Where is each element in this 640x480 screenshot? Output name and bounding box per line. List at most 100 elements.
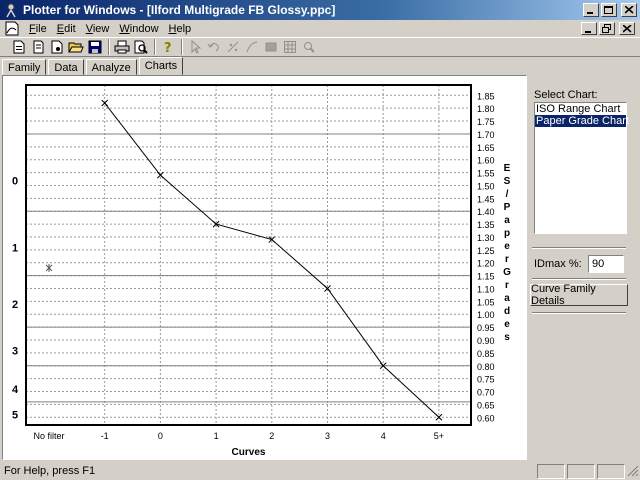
x-tick-label: 5+ bbox=[434, 431, 444, 441]
undo-button[interactable] bbox=[205, 39, 223, 55]
menu-file-label: ile bbox=[35, 22, 47, 35]
print-preview-button[interactable] bbox=[132, 39, 150, 55]
print-button[interactable] bbox=[113, 39, 131, 55]
y-axis-label-letter: P bbox=[504, 202, 511, 213]
print-preview-icon bbox=[134, 40, 148, 54]
grid-icon bbox=[284, 41, 296, 53]
y-axis-label-letter: d bbox=[504, 306, 510, 317]
x-tick-label: 2 bbox=[269, 431, 274, 441]
menu-help-label: elp bbox=[176, 22, 192, 35]
add-point-button[interactable] bbox=[224, 39, 242, 55]
menu-help[interactable]: Help bbox=[164, 23, 197, 35]
copy-doc-button[interactable] bbox=[29, 39, 47, 55]
chart-panel: 1.85 1.80 1.75 1.70 1.65 1.60 1.55 1.50 1.45 1.40… bbox=[2, 75, 527, 460]
save-button[interactable] bbox=[86, 39, 104, 55]
doc-minimize-button[interactable] bbox=[581, 22, 597, 35]
menu-window[interactable]: Window bbox=[114, 23, 163, 35]
panel-divider bbox=[532, 247, 626, 249]
y-tick-label: 1.20 bbox=[477, 259, 495, 269]
grade-label: 1 bbox=[12, 242, 18, 254]
y-tick-label: 1.80 bbox=[477, 104, 495, 114]
y-tick-label: 0.95 bbox=[477, 323, 495, 333]
chart-option-paper-grade[interactable]: Paper Grade Chart bbox=[535, 115, 629, 127]
x-tick-label: -1 bbox=[101, 431, 109, 441]
y-axis-label-letter: e bbox=[504, 319, 510, 330]
y-tick-label: 1.25 bbox=[477, 246, 495, 256]
y-tick-label: 1.55 bbox=[477, 169, 495, 179]
status-text: For Help, press F1 bbox=[4, 465, 96, 477]
toolbar: ? bbox=[0, 37, 640, 57]
tab-family[interactable]: Family bbox=[2, 59, 47, 75]
minimize-button[interactable] bbox=[583, 3, 599, 17]
y-tick-label: 1.00 bbox=[477, 310, 495, 320]
grade-label: 0 bbox=[12, 175, 18, 187]
fill-button[interactable] bbox=[262, 39, 280, 55]
document-window-controls bbox=[581, 22, 638, 35]
zoom-button[interactable] bbox=[300, 39, 318, 55]
resize-grip-icon[interactable] bbox=[627, 465, 639, 477]
new-button[interactable] bbox=[10, 39, 28, 55]
pointer-button[interactable] bbox=[186, 39, 204, 55]
app-icon[interactable] bbox=[3, 2, 19, 18]
y-axis-label-letter: a bbox=[504, 293, 510, 304]
doc-restore-button[interactable] bbox=[599, 22, 615, 35]
chart-option-iso-range[interactable]: ISO Range Chart bbox=[535, 103, 626, 115]
menu-window-mnemonic: W bbox=[119, 22, 130, 35]
close-button[interactable] bbox=[621, 3, 637, 17]
y-tick-label: 0.75 bbox=[477, 375, 495, 385]
y-tick-label: 1.30 bbox=[477, 233, 495, 243]
print-icon bbox=[114, 40, 130, 54]
no-filter-point-marker bbox=[45, 263, 53, 272]
y-axis-label-letter: r bbox=[505, 254, 509, 265]
grade-label: 4 bbox=[12, 384, 19, 396]
status-cell bbox=[597, 463, 625, 479]
undo-icon bbox=[207, 43, 219, 52]
chart-listbox[interactable]: ISO Range Chart Paper Grade Chart bbox=[534, 102, 629, 234]
y-tick-label: 0.85 bbox=[477, 349, 495, 359]
grade-label: 5 bbox=[12, 410, 18, 422]
maximize-button[interactable] bbox=[601, 3, 617, 17]
minimize-icon bbox=[585, 30, 591, 33]
grade-label: 3 bbox=[12, 345, 18, 357]
curve-family-details-button[interactable]: Curve Family Details bbox=[530, 283, 628, 307]
y-tick-label: 1.10 bbox=[477, 284, 495, 294]
toolbar-separator bbox=[108, 39, 110, 55]
open-folder-icon bbox=[68, 42, 84, 53]
y-tick-label: 1.70 bbox=[477, 130, 495, 140]
x-tick-label: 4 bbox=[381, 431, 386, 441]
grid-button[interactable] bbox=[281, 39, 299, 55]
menu-view[interactable]: View bbox=[81, 23, 115, 35]
y-tick-label: 1.60 bbox=[477, 156, 495, 166]
new-icon bbox=[13, 40, 25, 54]
y-axis-label-letter: G bbox=[503, 267, 511, 278]
idmax-input[interactable] bbox=[588, 255, 624, 273]
document-icon[interactable] bbox=[4, 21, 20, 36]
new-doc-button[interactable] bbox=[48, 39, 66, 55]
svg-text:?: ? bbox=[164, 41, 172, 54]
help-button[interactable]: ? bbox=[159, 39, 177, 55]
open-button[interactable] bbox=[67, 39, 85, 55]
y-tick-label: 1.50 bbox=[477, 181, 495, 191]
y-tick-label: 0.90 bbox=[477, 336, 495, 346]
y-tick-label: 1.35 bbox=[477, 220, 495, 230]
select-chart-label: Select Chart: bbox=[534, 89, 598, 101]
panel-divider bbox=[532, 312, 626, 314]
tab-analyze[interactable]: Analyze bbox=[85, 59, 137, 75]
x-tick-label: 1 bbox=[214, 431, 219, 441]
menu-file[interactable]: File bbox=[24, 23, 52, 35]
menu-file-mnemonic: F bbox=[29, 22, 36, 35]
tab-charts[interactable]: Charts bbox=[138, 57, 184, 75]
draw-curve-button[interactable] bbox=[243, 39, 261, 55]
title-bar: Plotter for Windows - [Ilford Multigrade… bbox=[0, 0, 640, 20]
data-point-marker bbox=[435, 413, 443, 421]
status-cell bbox=[567, 463, 595, 479]
zoom-icon bbox=[304, 42, 315, 53]
window-title: Plotter for Windows - [Ilford Multigrade… bbox=[23, 3, 336, 17]
y-tick-label: 1.15 bbox=[477, 272, 495, 282]
y-tick-label: 1.85 bbox=[477, 91, 495, 101]
x-axis-label: Curves bbox=[232, 447, 266, 458]
doc-close-button[interactable] bbox=[619, 22, 635, 35]
menu-edit-mnemonic: E bbox=[56, 22, 65, 35]
tab-data[interactable]: Data bbox=[48, 59, 84, 75]
menu-edit[interactable]: Edit bbox=[52, 23, 81, 35]
